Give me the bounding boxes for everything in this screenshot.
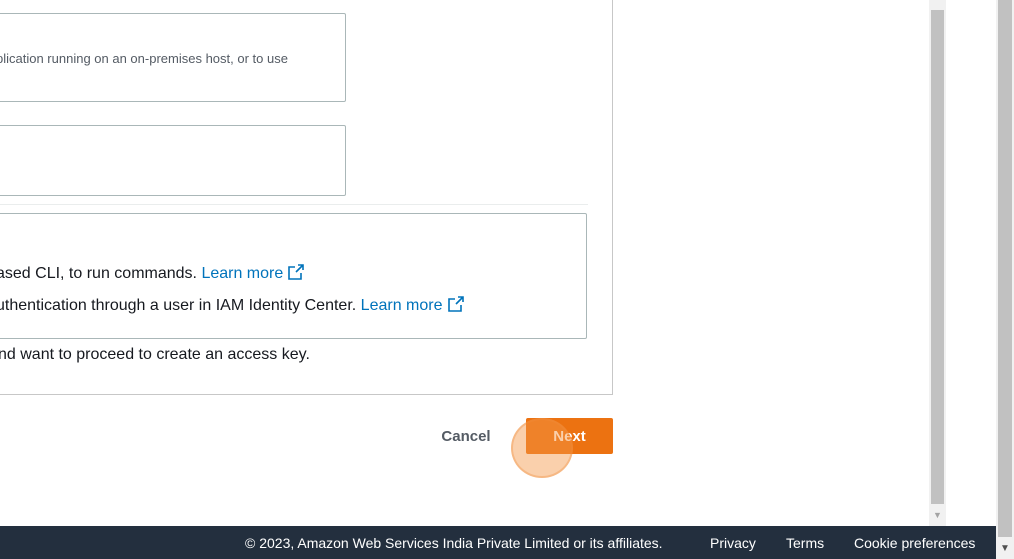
use-case-panel: plication running on an on-premises host… (0, 0, 613, 395)
footer: © 2023, Amazon Web Services India Privat… (0, 526, 996, 559)
footer-cookie-preferences-link[interactable]: Cookie preferences (854, 535, 975, 551)
alternative-cloudshell: ased CLI, to run commands. Learn more (0, 264, 305, 283)
external-link-icon (288, 264, 305, 280)
learn-more-link[interactable]: Learn more (201, 264, 305, 282)
scrollbar-thumb[interactable] (931, 10, 944, 504)
alternative-identity-center: uthentication through a user in IAM Iden… (0, 296, 464, 315)
scrollbar-thumb[interactable] (998, 0, 1012, 537)
next-button[interactable]: Next (526, 418, 613, 454)
cancel-button[interactable]: Cancel (430, 418, 502, 454)
content-scrollbar[interactable]: ▼ (929, 0, 946, 526)
confirmation-checkbox-label[interactable]: nd want to proceed to create an access k… (0, 346, 310, 364)
divider (0, 204, 588, 205)
scroll-down-arrow-icon[interactable]: ▼ (929, 508, 946, 522)
option-description: plication running on an on-premises host… (0, 51, 288, 66)
use-case-option-other[interactable] (0, 125, 346, 196)
alternatives-recommended-box: ased CLI, to run commands. Learn more ut… (0, 213, 587, 339)
learn-more-label: Learn more (360, 297, 443, 314)
footer-copyright: © 2023, Amazon Web Services India Privat… (245, 535, 663, 551)
page-scrollbar[interactable]: ▼ (996, 0, 1014, 559)
use-case-option-application-outside-aws[interactable]: plication running on an on-premises host… (0, 13, 346, 102)
footer-privacy-link[interactable]: Privacy (710, 535, 756, 551)
learn-more-label: Learn more (201, 265, 284, 282)
scroll-down-arrow-icon[interactable]: ▼ (996, 541, 1014, 557)
alternative-text: uthentication through a user in IAM Iden… (0, 297, 357, 314)
learn-more-link[interactable]: Learn more (360, 296, 464, 314)
footer-terms-link[interactable]: Terms (786, 535, 824, 551)
main-content: plication running on an on-premises host… (0, 0, 946, 526)
external-link-icon (447, 296, 464, 312)
alternative-text: ased CLI, to run commands. (0, 265, 197, 282)
